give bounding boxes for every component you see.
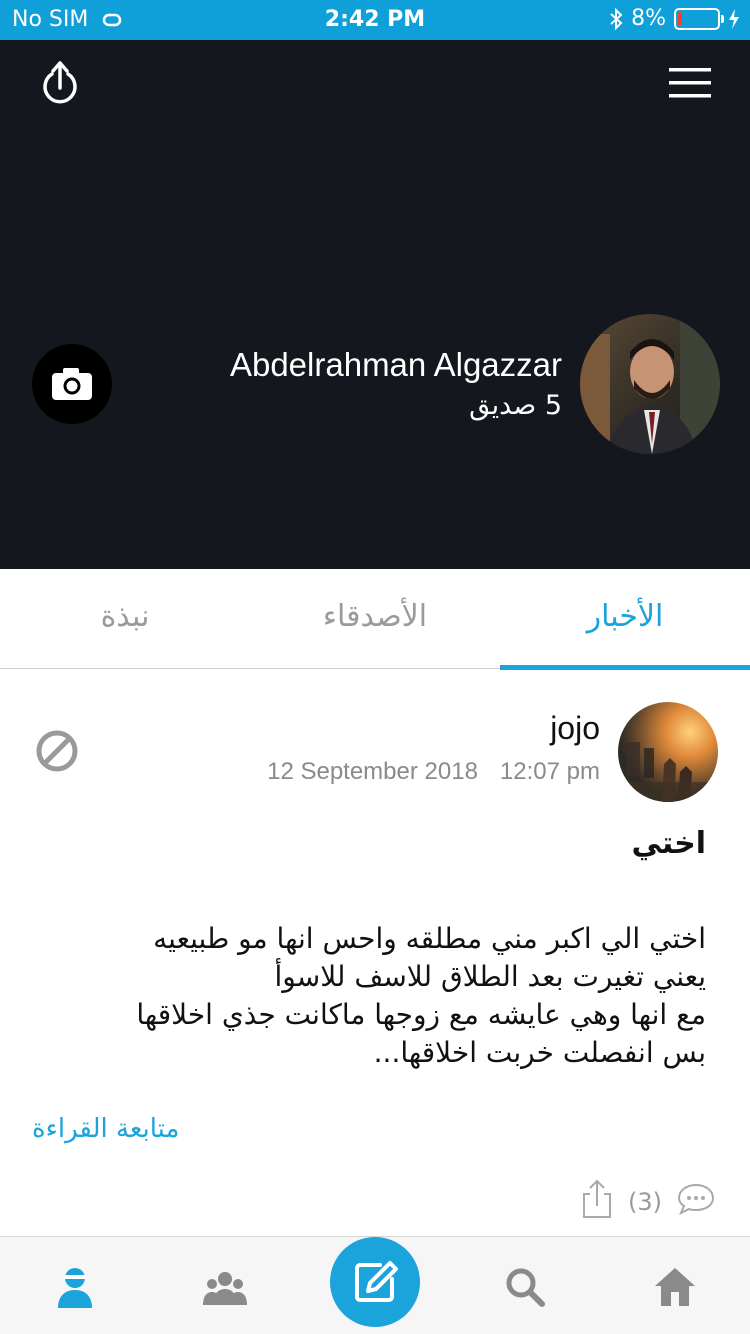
change-cover-button[interactable]	[32, 344, 112, 424]
nav-home[interactable]	[650, 1263, 700, 1311]
share-icon	[43, 61, 77, 104]
author-photo	[618, 702, 718, 802]
nav-search[interactable]	[500, 1263, 550, 1311]
block-button[interactable]	[34, 728, 80, 774]
charging-bolt-icon	[729, 8, 739, 29]
avatar-photo	[580, 314, 720, 454]
post-body-line: اختي الي اكبر مني مطلقه واحس انها مو طبي…	[153, 922, 706, 955]
share-post-button[interactable]	[580, 1178, 614, 1226]
tab-news[interactable]: الأخبار	[500, 569, 750, 670]
profile-tabs: نبذة الأصدقاء الأخبار	[0, 569, 750, 670]
battery-percent: 8%	[631, 6, 666, 31]
status-bar: No SIM 2:42 PM 8%	[0, 0, 750, 40]
block-icon	[36, 730, 78, 772]
post-author-avatar[interactable]	[618, 702, 718, 802]
profile-avatar[interactable]	[580, 314, 720, 454]
hamburger-menu-icon	[669, 68, 711, 98]
post-body: اختي الي اكبر مني مطلقه واحس انها مو طبي…	[30, 920, 706, 1072]
post-card: jojo 12 September 2018 12:07 pm اختي اخت…	[0, 670, 750, 1235]
tab-about[interactable]: نبذة	[0, 569, 250, 669]
post-timestamp: 12 September 2018 12:07 pm	[267, 758, 600, 786]
post-author-name[interactable]: jojo	[550, 710, 600, 747]
search-icon	[506, 1268, 545, 1307]
post-body-line: يعني تغيرت بعد الطلاق للاسف للاسوأ	[274, 960, 706, 993]
battery-icon	[674, 7, 724, 30]
groups-icon	[203, 1272, 247, 1305]
share-profile-button[interactable]	[38, 60, 82, 106]
compose-icon	[355, 1261, 398, 1302]
compose-button[interactable]	[330, 1237, 420, 1327]
comment-button[interactable]	[676, 1182, 716, 1222]
bluetooth-icon	[610, 7, 623, 30]
post-actions: (3)	[580, 1178, 716, 1226]
post-title: اختي	[631, 826, 706, 861]
battery-fill	[678, 11, 682, 26]
post-time: 12:07 pm	[499, 758, 600, 785]
profile-icon	[58, 1268, 92, 1308]
nav-profile[interactable]	[50, 1263, 100, 1311]
home-icon	[655, 1268, 695, 1306]
post-date: 12 September 2018	[267, 758, 478, 785]
camera-icon	[52, 368, 92, 400]
post-body-line: بس انفصلت خربت اخلاقها...	[373, 1036, 706, 1069]
share-icon	[583, 1179, 611, 1218]
bottom-navigation	[0, 1236, 750, 1334]
comment-icon	[677, 1183, 715, 1216]
status-right: 8%	[609, 6, 740, 31]
nav-groups[interactable]	[200, 1263, 250, 1311]
post-body-line: مع انها وهي عايشه مع زوجها ماكانت جذي اخ…	[136, 998, 706, 1031]
friend-count[interactable]: 5 صديق	[469, 390, 562, 421]
comment-count[interactable]: (3)	[628, 1188, 662, 1216]
menu-button[interactable]	[668, 66, 712, 100]
tab-friends[interactable]: الأصدقاء	[250, 569, 500, 669]
read-more-link[interactable]: متابعة القراءة	[32, 1114, 179, 1144]
profile-name: Abdelrahman Algazzar	[229, 346, 562, 383]
profile-cover: Abdelrahman Algazzar 5 صديق	[0, 40, 750, 569]
